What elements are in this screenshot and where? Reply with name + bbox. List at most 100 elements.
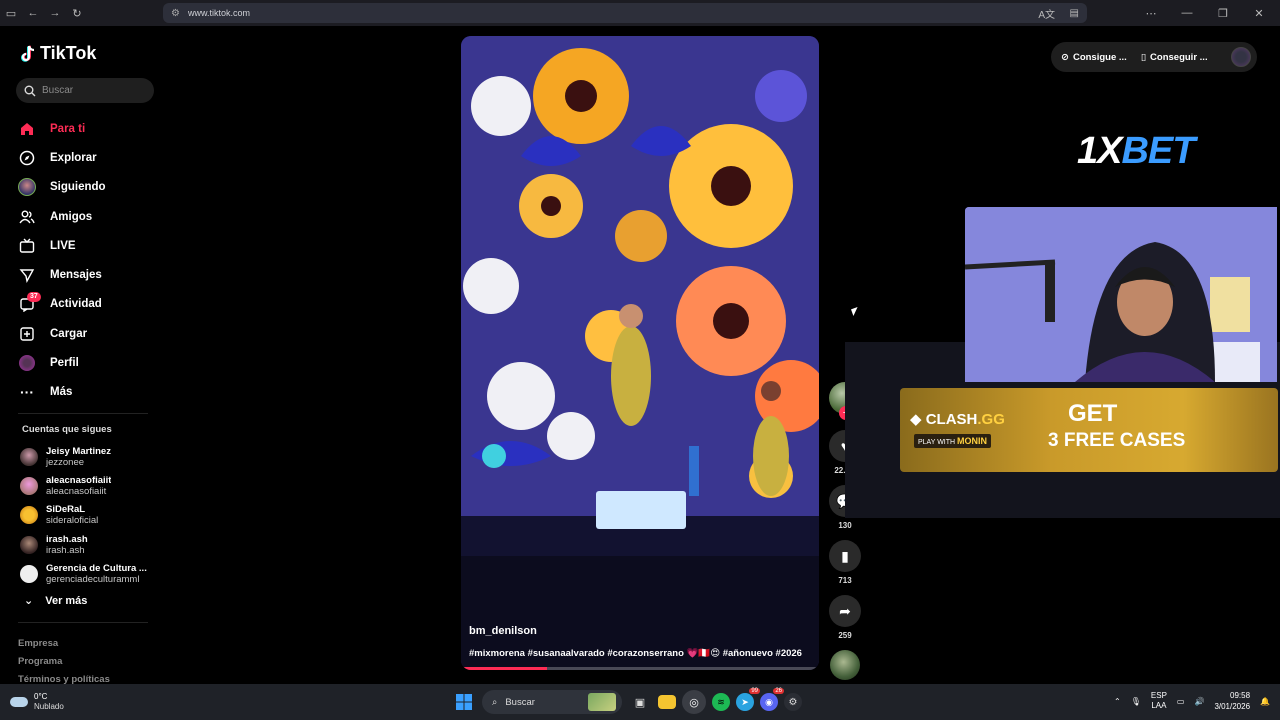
close-icon[interactable]: ✕ — [1248, 2, 1270, 24]
file-explorer-icon[interactable] — [658, 695, 676, 709]
nav-item-siguiendo[interactable]: Siguiendo — [18, 173, 158, 202]
clash-sub-prefix: PLAY WITH — [918, 439, 956, 446]
weather-widget[interactable]: 0°C Nublado — [10, 692, 64, 712]
following-name: Gerencia de Cultura ... — [46, 562, 147, 574]
nav-item-actividad[interactable]: 37 Actividad — [18, 290, 158, 319]
clash-sub-name: MONIN — [957, 436, 988, 446]
maximize-icon[interactable]: ❐ — [1212, 2, 1234, 24]
discord-icon[interactable]: ◉ 26 — [760, 688, 784, 711]
steam-icon[interactable]: ⚙ — [784, 693, 802, 711]
share-button[interactable]: ➦ — [829, 595, 861, 627]
reader-mode-icon[interactable]: ▤ — [1070, 8, 1079, 19]
browser-toolbar: ▭ ← → ↻ ⚙ www.tiktok.com A文 ▤ ⋯ — ❐ ✕ — [0, 0, 1280, 26]
avatar — [20, 506, 38, 525]
following-name: irash.ash — [46, 533, 88, 545]
nav-label: Más — [50, 386, 73, 399]
forward-icon[interactable]: → — [44, 2, 66, 24]
nav-item-cargar[interactable]: Cargar — [18, 319, 158, 348]
taskbar-search[interactable]: ⌕ Buscar — [482, 690, 622, 714]
video-frame — [461, 36, 819, 670]
avatar — [20, 535, 38, 554]
nav-item-explorar[interactable]: Explorar — [18, 143, 158, 172]
nav-item-amigos[interactable]: Amigos — [18, 202, 158, 231]
following-item[interactable]: aleacnasofiaiit aleacnasofiaiit — [20, 471, 160, 500]
browser-menu-icon[interactable]: ⋯ — [1140, 2, 1162, 24]
clash-logo: ◆ CLASH.GG — [910, 411, 1005, 428]
following-item[interactable]: Jeisy Martinez jezzonee — [20, 442, 160, 471]
clash-logo-suffix: .GG — [977, 411, 1005, 428]
get-app-button[interactable]: ▯ Conseguir ... — [1141, 52, 1208, 63]
nav-item-mensajes[interactable]: Mensajes — [18, 260, 158, 289]
language-indicator[interactable]: ESP LAA — [1151, 691, 1167, 711]
browser-app-icon[interactable]: ◎ — [682, 690, 706, 714]
following-item[interactable]: irash.ash irash.ash — [20, 530, 160, 559]
refresh-icon[interactable]: ↻ — [66, 2, 88, 24]
video-player[interactable]: bm_denilson #mixmorena #susanaalvarado #… — [461, 36, 819, 670]
avatar — [20, 564, 38, 583]
avatar — [20, 476, 38, 495]
video-progress-bar[interactable] — [461, 667, 819, 670]
clash-subtitle: PLAY WITH MONIN — [914, 434, 992, 448]
music-disc[interactable] — [830, 650, 860, 680]
microphone-icon[interactable]: 🎙 — [1131, 697, 1141, 706]
search-icon: ⌕ — [492, 696, 498, 708]
tiktok-logo[interactable]: TikTok — [20, 43, 96, 64]
clock[interactable]: 09:58 3/01/2026 — [1214, 690, 1250, 712]
see-more-label: Ver más — [45, 594, 88, 607]
minimize-icon[interactable]: — — [1176, 2, 1198, 24]
nav-item-perfil[interactable]: Perfil — [18, 348, 158, 377]
search-input[interactable]: Buscar — [16, 78, 154, 103]
user-avatar[interactable] — [1231, 47, 1251, 67]
display-icon[interactable]: ▭ — [1177, 697, 1185, 706]
following-item[interactable]: Gerencia de Cultura ... gerenciadecultura… — [20, 559, 160, 588]
following-name: SiDeRaL — [46, 504, 86, 516]
search-icon — [24, 85, 36, 96]
save-button[interactable]: ▮ — [829, 540, 861, 572]
chevron-down-icon: ⌄ — [24, 595, 34, 607]
windows-start-icon[interactable] — [452, 690, 476, 714]
nav-label: Actividad — [50, 298, 102, 311]
messages-icon — [18, 266, 36, 284]
get-coins-button[interactable]: ⊘ Consigue ... — [1061, 52, 1127, 63]
telegram-icon[interactable]: ➤ 99 — [736, 688, 760, 711]
chevron-up-icon[interactable]: ⌃ — [1114, 697, 1121, 706]
video-username[interactable]: bm_denilson — [469, 625, 537, 637]
following-name: aleacnasofiaiit — [46, 474, 112, 486]
site-info-icon[interactable]: ⚙ — [171, 8, 180, 19]
bookmark-icon: ▮ — [841, 547, 849, 564]
comment-count: 130 — [838, 521, 852, 530]
nav-item-para-ti[interactable]: Para ti — [18, 114, 158, 143]
clash-free-text: 3 FREE CASES — [1048, 430, 1186, 451]
volume-icon[interactable]: 🔊 — [1194, 697, 1204, 706]
task-view-icon[interactable]: ▣ — [628, 690, 652, 714]
nav-label: Siguiendo — [50, 181, 106, 194]
get-coins-label: Consigue ... — [1072, 51, 1127, 63]
spotify-icon[interactable]: ≋ — [712, 693, 730, 711]
sidebar-toggle-icon[interactable]: ▭ — [0, 2, 22, 24]
activity-badge: 37 — [27, 291, 41, 302]
nav-item-mas[interactable]: ··· Más — [18, 378, 158, 407]
weather-temp: 0°C — [34, 692, 48, 701]
avatar — [20, 447, 38, 466]
following-item[interactable]: SiDeRaL sideraloficial — [20, 501, 160, 530]
address-bar[interactable]: ⚙ www.tiktok.com A文 ▤ — [163, 3, 1087, 23]
logo-text: TikTok — [40, 43, 97, 63]
divider — [18, 622, 148, 623]
lang-primary: ESP — [1150, 691, 1167, 700]
more-icon: ··· — [20, 384, 34, 401]
nav-label: Explorar — [50, 151, 97, 164]
notification-icon[interactable]: 🔔 — [1260, 697, 1270, 706]
taskbar-search-label: Buscar — [505, 696, 535, 708]
lang-secondary: LAA — [1151, 701, 1167, 710]
nav-label: Cargar — [50, 327, 88, 340]
translate-icon[interactable]: A文 — [1038, 6, 1055, 21]
clock-date: 3/01/2026 — [1214, 702, 1251, 711]
upload-icon — [18, 325, 36, 343]
nav-item-live[interactable]: LIVE — [18, 231, 158, 260]
back-icon[interactable]: ← — [22, 2, 44, 24]
footer-link[interactable]: Programa — [18, 656, 110, 674]
footer-link[interactable]: Empresa — [18, 638, 110, 656]
following-avatar-icon — [18, 178, 36, 197]
webcam-overlay — [965, 207, 1277, 382]
see-more-button[interactable]: ⌄ Ver más — [24, 594, 88, 608]
